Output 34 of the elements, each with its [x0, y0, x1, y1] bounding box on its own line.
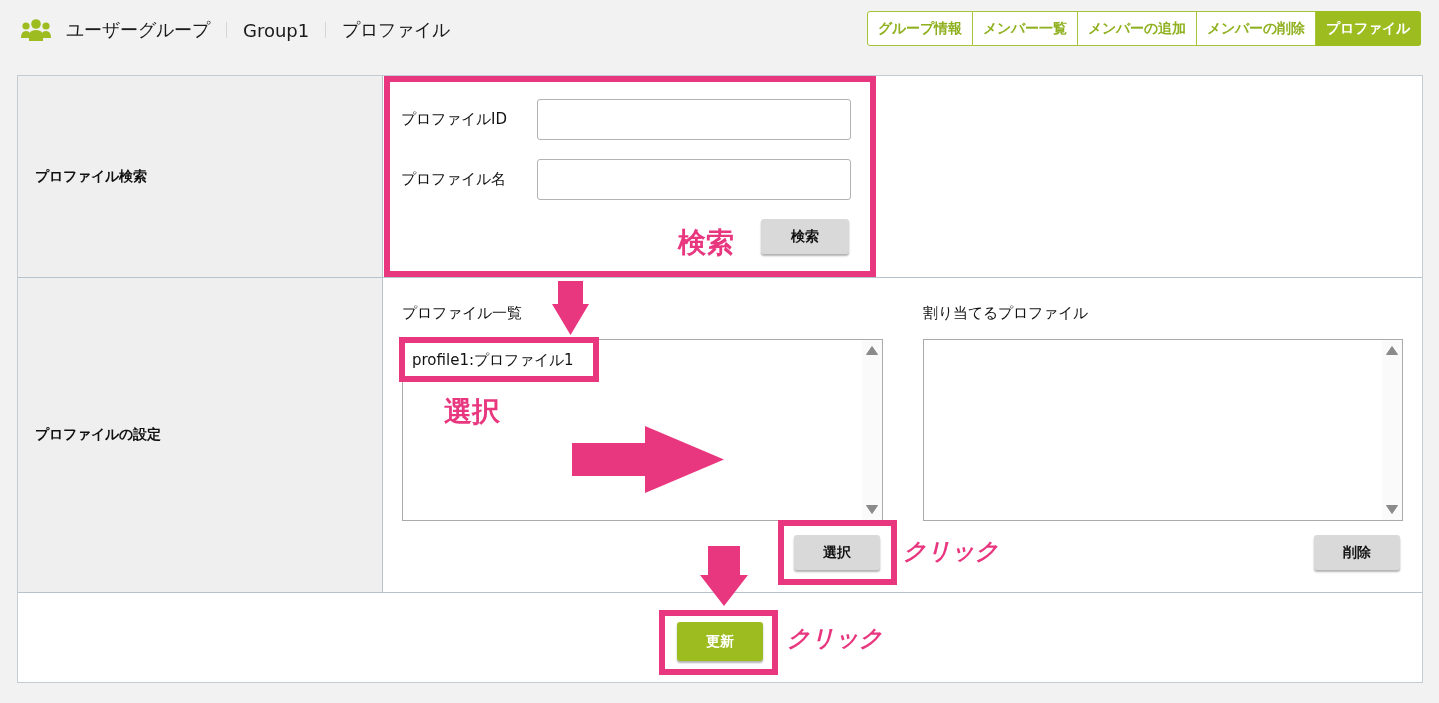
- annotation-text: クリック: [903, 540, 999, 563]
- scroll-down-icon[interactable]: [865, 505, 878, 514]
- field-label: プロファイルID: [401, 110, 508, 129]
- list-label: プロファイル一覧: [402, 303, 522, 323]
- scroll-down-icon[interactable]: [1386, 505, 1398, 514]
- down-arrow: [700, 546, 748, 606]
- input-field[interactable]: [537, 99, 851, 140]
- tab[interactable]: プロファイル: [1316, 11, 1421, 46]
- update-button[interactable]: 更新: [677, 622, 763, 661]
- row-label: プロファイルの設定: [18, 278, 383, 592]
- delete-button[interactable]: 削除: [1314, 535, 1400, 570]
- scroll-up-icon[interactable]: [1386, 346, 1398, 355]
- search-button[interactable]: 検索: [761, 219, 849, 254]
- scrollbar[interactable]: [1382, 340, 1402, 520]
- tab[interactable]: グループ情報: [867, 11, 973, 46]
- tab[interactable]: メンバー一覧: [973, 11, 1078, 46]
- annotation-text: 検索: [678, 229, 734, 257]
- input-field[interactable]: [537, 159, 851, 200]
- row-label: プロファイル検索: [18, 76, 383, 277]
- down-arrow: [552, 280, 589, 335]
- tab[interactable]: メンバーの削除: [1197, 11, 1316, 46]
- page-title: ユーザーグループ: [66, 18, 210, 42]
- field-label: プロファイル名: [401, 170, 507, 189]
- annotation-text: クリック: [787, 627, 883, 650]
- breadcrumb: プロファイル: [342, 18, 451, 42]
- user-group-icon: [21, 19, 51, 41]
- list-option[interactable]: profile1:プロファイル1: [403, 348, 583, 372]
- scroll-up-icon[interactable]: [865, 346, 878, 355]
- list-label: 割り当てるプロファイル: [922, 303, 1088, 323]
- breadcrumb: Group1: [243, 19, 310, 41]
- select-button[interactable]: 選択: [793, 535, 880, 570]
- tab[interactable]: メンバーの追加: [1078, 11, 1197, 46]
- scrollbar[interactable]: [861, 340, 882, 520]
- annotation-text: 選択: [444, 398, 500, 426]
